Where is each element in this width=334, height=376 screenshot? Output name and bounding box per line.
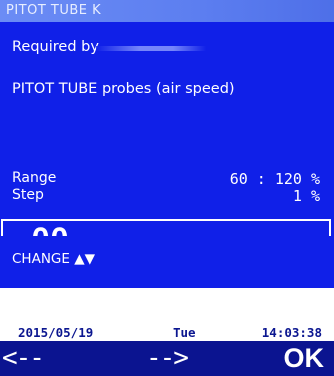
screen-title: PITOT TUBE K [0, 0, 334, 22]
status-date: 2015/05/19 [18, 325, 94, 340]
step-label: Step [12, 187, 44, 203]
range-label: Range [12, 170, 57, 186]
status-time: 14:03:38 [261, 325, 322, 340]
ok-button[interactable]: OK [284, 341, 325, 376]
status-bar: 2015/05/19 Tue 14:03:38 [0, 325, 334, 341]
main-panel: Required by PITOT TUBE probes (air speed… [0, 22, 334, 258]
device-screen: PITOT TUBE K Required by PITOT TUBE prob… [0, 0, 334, 376]
softkey-bar: <-- --> OK [0, 341, 334, 376]
change-area: CHANGE ▲▼ [0, 236, 334, 288]
next-button[interactable]: --> [146, 341, 189, 376]
probes-description: PITOT TUBE probes (air speed) [12, 81, 235, 97]
required-by-label: Required by [12, 39, 99, 55]
change-hint: CHANGE ▲▼ [12, 251, 95, 267]
previous-button[interactable]: <-- [2, 341, 45, 376]
range-value: 60 : 120 % [229, 170, 320, 188]
status-day: Tue [173, 325, 196, 340]
step-value: 1 % [292, 187, 320, 205]
required-by-indicator [96, 46, 206, 51]
